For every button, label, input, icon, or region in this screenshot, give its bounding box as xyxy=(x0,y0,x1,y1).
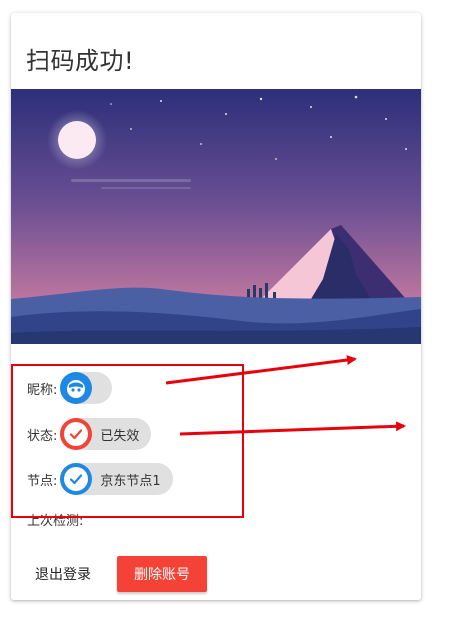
login-card: 扫码成功! 昵称: 状态: 已失效 节点: 京东节点1 上次检测: 退出登录 删… xyxy=(11,13,421,600)
node-label: 节点: xyxy=(27,473,58,489)
nickname-row: 昵称: xyxy=(27,371,113,405)
logout-button[interactable]: 退出登录 xyxy=(27,556,99,592)
banner-image xyxy=(11,89,421,344)
status-row: 状态: 已失效 xyxy=(27,417,152,451)
check-icon xyxy=(70,474,83,485)
status-label: 状态: xyxy=(27,428,58,444)
nickname-label: 昵称: xyxy=(27,382,58,398)
last-check-label: 上次检测: xyxy=(27,514,84,529)
status-avatar xyxy=(60,418,93,450)
delete-account-button[interactable]: 删除账号 xyxy=(117,556,207,592)
check-icon xyxy=(70,429,83,440)
nickname-chip[interactable] xyxy=(60,372,113,404)
card-title: 扫码成功! xyxy=(26,47,135,75)
node-value: 京东节点1 xyxy=(100,473,161,489)
status-chip[interactable]: 已失效 xyxy=(60,418,152,450)
node-row: 节点: 京东节点1 xyxy=(27,462,173,496)
status-value: 已失效 xyxy=(100,428,140,444)
node-chip[interactable]: 京东节点1 xyxy=(60,463,173,495)
node-avatar xyxy=(60,463,93,495)
robot-face-icon xyxy=(67,380,86,398)
avatar xyxy=(60,372,93,404)
